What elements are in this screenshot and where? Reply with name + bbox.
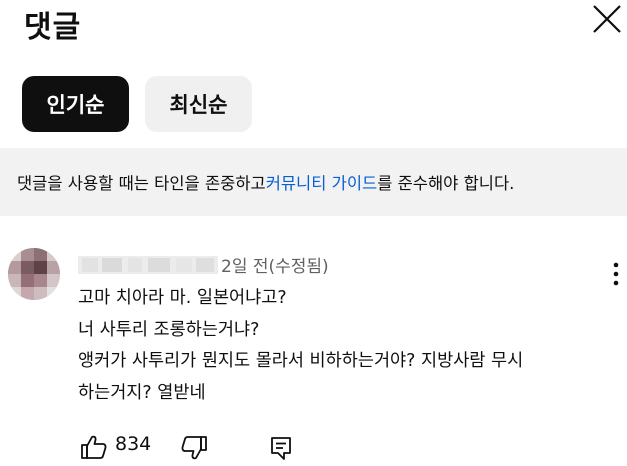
thumbs-down-icon [181,436,207,460]
comment-timestamp: 2일 전(수정됨) [221,257,329,277]
dislike-button[interactable] [180,434,208,462]
page-title: 댓글 [24,10,82,45]
thumbs-up-icon [81,435,107,459]
avatar[interactable] [8,248,60,300]
author-name-blurred[interactable] [78,254,218,276]
sort-popular-chip[interactable]: 인기순 [22,76,129,132]
comment-line: 앵커가 사투리가 뭔지도 몰라서 비하하는거야? 지방사람 무시 [78,351,524,371]
close-button[interactable] [588,0,626,38]
reply-icon [271,437,291,460]
comment-line: 하는거지? 열받네 [78,382,206,403]
notice-text-after: 를 준수해야 합니다. [377,174,515,193]
close-icon [593,5,621,33]
reply-button[interactable] [268,434,294,462]
like-count: 834 [115,433,152,455]
blurred-author-name [78,256,218,274]
sort-newest-chip[interactable]: 최신순 [145,76,252,132]
notice-text-before: 댓글을 사용할 때는 타인을 존중하고 [17,174,266,193]
like-button[interactable] [80,433,108,461]
community-notice: 댓글을 사용할 때는 타인을 존중하고 커뮤니티 가이드 를 준수해야 합니다. [0,148,627,216]
comment-line: 너 사투리 조롱하는거냐? [78,319,260,340]
comment-line: 고마 치아라 마. 일본어냐고? [78,288,287,308]
blurred-avatar-image [8,248,60,300]
community-guidelines-link[interactable]: 커뮤니티 가이드 [266,170,378,194]
comment-text: 고마 치아라 마. 일본어냐고? 너 사투리 조롱하는거냐? 앵커가 사투리가 … [78,283,618,409]
